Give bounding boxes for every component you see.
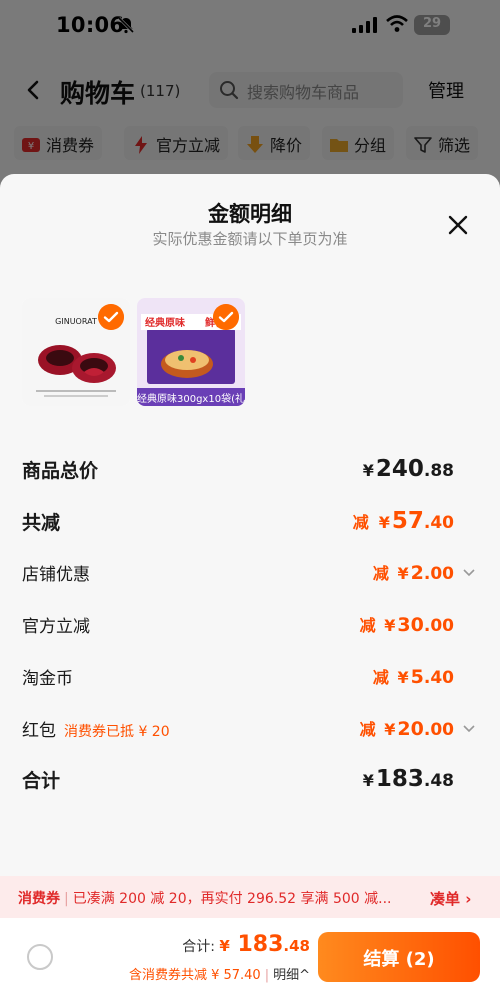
sheet-subtitle: 实际优惠金额请以下单页为准 [152, 230, 348, 248]
row-total: 合计 ¥183.48 [22, 766, 478, 796]
product-caption: 经典原味300gx10袋(礼箱) [137, 388, 245, 406]
chevron-down-icon[interactable] [462, 565, 476, 579]
store-discount-label: 店铺优惠 [22, 565, 90, 585]
checkout-footer: 合计: ¥ 183.48 含消费券共减 ¥ 57.40 | 明细^ 结算 (2) [0, 918, 500, 996]
select-all-radio[interactable] [27, 944, 53, 970]
subtotal-label: 商品总价 [22, 460, 99, 482]
red-packet-value: 减 ¥20.00 [359, 718, 454, 740]
red-packet-note: 消费券已抵 ¥ 20 [64, 724, 170, 740]
checked-icon[interactable] [213, 304, 239, 330]
box-banner-left: 经典原味 [145, 316, 185, 329]
total-discount-value: 减 ¥57.40 [352, 508, 454, 534]
checked-icon[interactable] [98, 304, 124, 330]
row-store-discount[interactable]: 店铺优惠 减 ¥2.00 [22, 560, 478, 590]
amount-detail-sheet: 金额明细 实际优惠金额请以下单页为准 GINUORAT 经典原味 经典原味300… [0, 174, 500, 996]
gold-coin-label: 淘金币 [22, 669, 73, 689]
gold-coin-value: 减 ¥5.40 [372, 666, 454, 688]
coupon-text: 消费券 | 已凑满 200 减 20，再实付 296.52 享满 500 减... [18, 891, 392, 907]
store-discount-value: 减 ¥2.00 [372, 562, 454, 584]
chevron-down-icon[interactable] [462, 721, 476, 735]
official-discount-value: 减 ¥30.00 [359, 614, 454, 636]
row-official-discount: 官方立减 减 ¥30.00 [22, 612, 478, 642]
footer-discount-summary: 含消费券共减 ¥ 57.40 | 明细^ [128, 968, 310, 983]
checkout-button[interactable]: 结算 (2) [318, 932, 480, 982]
add-on-button[interactable]: 凑单 › [430, 888, 471, 909]
red-packet-label: 红包 消费券已抵 ¥ 20 [22, 721, 170, 741]
row-gold-coin: 淘金币 减 ¥5.40 [22, 664, 478, 694]
coupon-bar[interactable]: 消费券 | 已凑满 200 减 20，再实付 296.52 享满 500 减... … [0, 876, 500, 918]
total-discount-label: 共减 [22, 512, 61, 534]
total-label: 合计 [22, 770, 61, 792]
detail-toggle[interactable]: 明细^ [273, 968, 310, 983]
row-total-discount: 共减 减 ¥57.40 [22, 508, 478, 538]
official-discount-label: 官方立减 [22, 617, 90, 637]
product-thumb-shoes[interactable]: GINUORAT [22, 298, 130, 406]
total-value: ¥183.48 [362, 766, 454, 792]
product-thumb-noodles[interactable]: 经典原味 鲜香 经典原味300gx10袋(礼箱) [137, 298, 245, 406]
subtotal-value: ¥240.88 [362, 456, 454, 482]
brand-logo-text: GINUORAT [55, 317, 97, 326]
row-subtotal: 商品总价 ¥240.88 [22, 456, 478, 486]
footer-total: 合计: ¥ 183.48 [182, 932, 310, 957]
sheet-title: 金额明细 [208, 202, 292, 226]
close-icon[interactable] [447, 214, 469, 236]
row-red-packet[interactable]: 红包 消费券已抵 ¥ 20 减 ¥20.00 [22, 716, 478, 746]
